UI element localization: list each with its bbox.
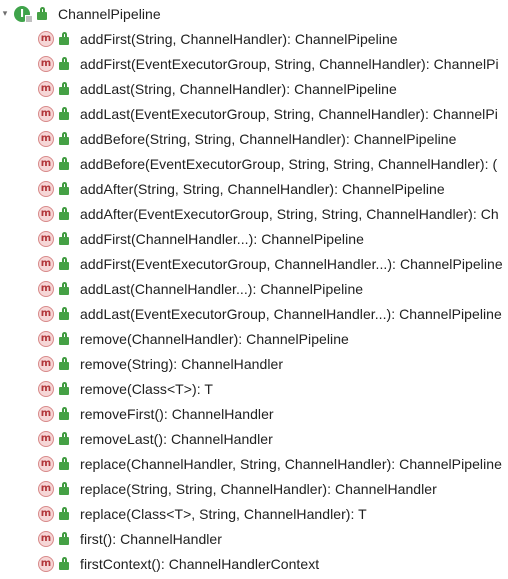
lock-icon (59, 407, 69, 420)
method-signature: replace(ChannelHandler, String, ChannelH… (80, 456, 502, 472)
method-icon: m (38, 106, 54, 122)
method-signature: remove(String): ChannelHandler (80, 356, 284, 372)
method-icon: m (38, 131, 54, 147)
lock-icon (59, 332, 69, 345)
lock-icon (59, 532, 69, 545)
method-signature: addFirst(EventExecutorGroup, String, Cha… (80, 56, 499, 72)
method-row[interactable]: m addFirst(EventExecutorGroup, ChannelHan… (0, 252, 508, 277)
method-icon: m (38, 331, 54, 347)
method-signature: remove(ChannelHandler): ChannelPipeline (80, 331, 349, 347)
lock-icon (59, 157, 69, 170)
method-row[interactable]: m replace(Class<T>, String, ChannelHandle… (0, 502, 508, 527)
lock-icon (59, 207, 69, 220)
lock-icon (59, 357, 69, 370)
method-row[interactable]: m replace(ChannelHandler, String, Channel… (0, 452, 508, 477)
lock-icon (59, 107, 69, 120)
lock-icon (59, 57, 69, 70)
method-icon: m (38, 431, 54, 447)
method-icon: m (38, 281, 54, 297)
method-signature: addAfter(String, String, ChannelHandler)… (80, 181, 445, 197)
collapse-arrow-icon[interactable]: ▾ (0, 7, 10, 19)
method-icon: m (38, 56, 54, 72)
method-signature: addLast(EventExecutorGroup, ChannelHandl… (80, 306, 502, 322)
method-row[interactable]: m addFirst(ChannelHandler...): ChannelPip… (0, 227, 508, 252)
lock-icon (59, 32, 69, 45)
method-icon: m (38, 406, 54, 422)
method-row[interactable]: m addLast(EventExecutorGroup, ChannelHand… (0, 302, 508, 327)
method-row[interactable]: m addLast(ChannelHandler...): ChannelPipe… (0, 277, 508, 302)
method-signature: addFirst(EventExecutorGroup, ChannelHand… (80, 256, 503, 272)
method-icon: m (38, 231, 54, 247)
method-signature: addAfter(EventExecutorGroup, String, Str… (80, 206, 499, 222)
lock-icon (59, 132, 69, 145)
method-signature: addFirst(ChannelHandler...): ChannelPipe… (80, 231, 364, 247)
lock-icon (59, 82, 69, 95)
lock-icon (59, 257, 69, 270)
method-row[interactable]: m removeFirst(): ChannelHandler (0, 402, 508, 427)
method-icon: m (38, 506, 54, 522)
method-row[interactable]: m addFirst(EventExecutorGroup, String, Ch… (0, 52, 508, 77)
method-signature: removeLast(): ChannelHandler (80, 431, 273, 447)
method-signature: addBefore(String, String, ChannelHandler… (80, 131, 457, 147)
lock-icon (59, 432, 69, 445)
lock-icon (59, 482, 69, 495)
method-icon: m (38, 256, 54, 272)
method-row[interactable]: m remove(ChannelHandler): ChannelPipeline (0, 327, 508, 352)
structure-tree: ▾ I ChannelPipeline m addFirst(String, Ch… (0, 0, 508, 579)
method-row[interactable]: m addBefore(EventExecutorGroup, String, S… (0, 152, 508, 177)
method-row[interactable]: m addLast(EventExecutorGroup, String, Cha… (0, 102, 508, 127)
method-icon: m (38, 556, 54, 572)
method-signature: removeFirst(): ChannelHandler (80, 406, 274, 422)
method-icon: m (38, 356, 54, 372)
lock-icon (37, 7, 47, 20)
method-row[interactable]: m addLast(String, ChannelHandler): Channe… (0, 77, 508, 102)
method-signature: remove(Class<T>): T (80, 381, 213, 397)
lock-icon (59, 182, 69, 195)
method-row[interactable]: m addAfter(EventExecutorGroup, String, St… (0, 202, 508, 227)
method-icon: m (38, 81, 54, 97)
method-signature: addFirst(String, ChannelHandler): Channe… (80, 31, 398, 47)
method-icon: m (38, 381, 54, 397)
method-row[interactable]: m addBefore(String, String, ChannelHandle… (0, 127, 508, 152)
method-row[interactable]: m firstContext(): ChannelHandlerContext (0, 552, 508, 577)
method-row[interactable]: m remove(String): ChannelHandler (0, 352, 508, 377)
method-signature: addBefore(EventExecutorGroup, String, St… (80, 156, 498, 172)
lock-icon (59, 282, 69, 295)
method-icon: m (38, 181, 54, 197)
method-row[interactable]: m addFirst(String, ChannelHandler): Chann… (0, 27, 508, 52)
method-signature: replace(String, String, ChannelHandler):… (80, 481, 437, 497)
method-signature: addLast(String, ChannelHandler): Channel… (80, 81, 397, 97)
lock-icon (59, 507, 69, 520)
method-row[interactable]: m removeLast(): ChannelHandler (0, 427, 508, 452)
lock-icon (59, 232, 69, 245)
interface-icon: I (14, 6, 33, 23)
method-icon: m (38, 306, 54, 322)
method-row[interactable]: m addAfter(String, String, ChannelHandler… (0, 177, 508, 202)
method-icon: m (38, 531, 54, 547)
lock-icon (59, 557, 69, 570)
tree-node-channelpipeline[interactable]: ▾ I ChannelPipeline (0, 2, 508, 27)
method-signature: addLast(EventExecutorGroup, String, Chan… (80, 106, 498, 122)
method-icon: m (38, 156, 54, 172)
lock-icon (59, 307, 69, 320)
method-signature: addLast(ChannelHandler...): ChannelPipel… (80, 281, 364, 297)
method-row[interactable]: m first(): ChannelHandler (0, 527, 508, 552)
method-signature: replace(Class<T>, String, ChannelHandler… (80, 506, 367, 522)
method-signature: first(): ChannelHandler (80, 531, 222, 547)
method-icon: m (38, 456, 54, 472)
method-icon: m (38, 31, 54, 47)
method-signature: firstContext(): ChannelHandlerContext (80, 556, 320, 572)
lock-icon (59, 457, 69, 470)
tree-node-label: ChannelPipeline (58, 6, 161, 22)
lock-icon (59, 382, 69, 395)
method-icon: m (38, 206, 54, 222)
method-row[interactable]: m replace(String, String, ChannelHandler)… (0, 477, 508, 502)
method-row[interactable]: m remove(Class<T>): T (0, 377, 508, 402)
method-icon: m (38, 481, 54, 497)
